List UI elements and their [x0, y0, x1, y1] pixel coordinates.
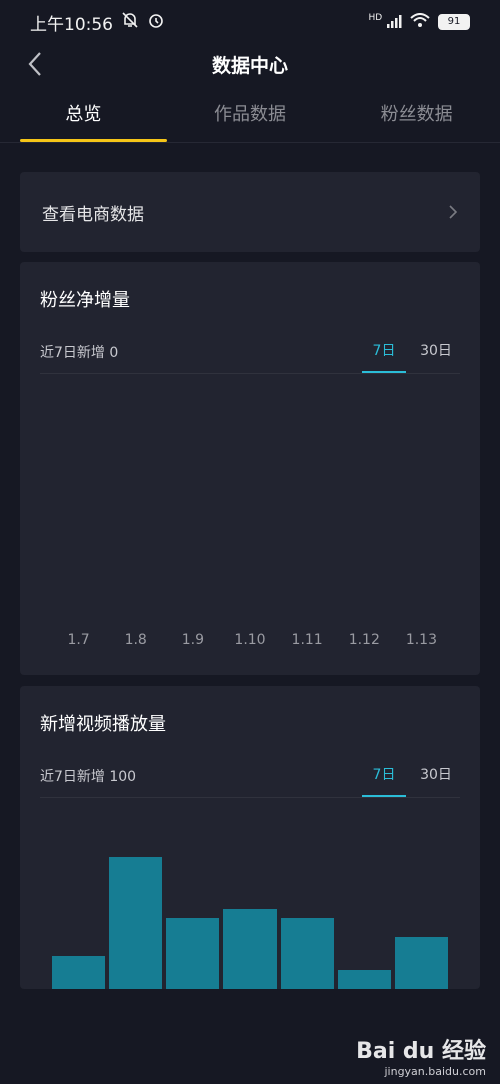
fans-divider — [40, 373, 460, 374]
fans-summary: 近7日新增 0 — [40, 345, 119, 361]
alarm-clock-icon — [147, 11, 165, 34]
plays-bar — [337, 970, 391, 989]
page-title: 数据中心 — [211, 54, 288, 77]
fans-growth-card: 粉丝净增量 近7日新增 0 7日 30日 1.7 1.8 1.9 1.10 1.… — [20, 262, 480, 675]
watermark-brand: Bai du 经验 — [356, 1039, 486, 1064]
watermark: Bai du 经验 jingyan.baidu.com — [356, 1033, 486, 1078]
chevron-right-icon — [449, 205, 458, 219]
video-plays-card: 新增视频播放量 近7日新增 100 7日 30日 — [20, 686, 480, 989]
plays-bar — [109, 857, 163, 989]
fans-x-label: 1.10 — [234, 632, 266, 648]
status-time: 上午10:56 — [30, 14, 113, 35]
fans-range-7d[interactable]: 7日 — [362, 340, 406, 374]
tab-fans-data[interactable]: 粉丝数据 — [333, 92, 500, 142]
tab-bar: 总览 作品数据 粉丝数据 — [0, 92, 500, 143]
plays-card-title: 新增视频播放量 — [40, 714, 166, 735]
plays-range-30d[interactable]: 30日 — [414, 764, 458, 786]
network-type: HD — [368, 12, 383, 23]
plays-bar — [52, 956, 106, 989]
fans-x-label: 1.12 — [348, 632, 380, 648]
fans-card-title: 粉丝净增量 — [40, 290, 130, 311]
watermark-site: jingyan.baidu.com — [384, 1065, 486, 1078]
status-bar: 上午10:56 HD 91 — [0, 0, 500, 44]
fans-x-label: 1.13 — [405, 632, 437, 648]
plays-bar — [166, 918, 220, 989]
ecommerce-label: 查看电商数据 — [42, 204, 144, 225]
tab-works-data[interactable]: 作品数据 — [167, 92, 334, 142]
plays-summary: 近7日新增 100 — [40, 769, 137, 785]
nav-bar: 数据中心 — [0, 44, 500, 84]
fans-range-tabs: 7日 30日 — [362, 340, 458, 374]
plays-bar — [394, 937, 448, 989]
wifi-icon — [410, 13, 430, 31]
plays-range-tabs: 7日 30日 — [362, 764, 458, 798]
signal-icon: HD — [368, 12, 402, 31]
back-button[interactable] — [20, 48, 50, 80]
ecommerce-data-entry[interactable]: 查看电商数据 — [20, 172, 480, 252]
plays-range-7d[interactable]: 7日 — [362, 764, 406, 798]
plays-bar — [223, 909, 277, 989]
fans-x-label: 1.11 — [291, 632, 323, 648]
plays-bar-chart — [50, 829, 450, 989]
fans-x-label: 1.8 — [124, 632, 147, 648]
chevron-left-icon — [28, 52, 41, 76]
fans-x-axis: 1.7 1.8 1.9 1.10 1.11 1.12 1.13 — [50, 632, 450, 648]
plays-bar — [280, 918, 334, 989]
fans-range-30d[interactable]: 30日 — [414, 340, 458, 362]
battery-icon: 91 — [438, 14, 470, 30]
plays-divider — [40, 797, 460, 798]
fans-x-label: 1.9 — [181, 632, 204, 648]
fans-x-label: 1.7 — [67, 632, 90, 648]
mute-bell-icon — [121, 11, 139, 34]
tab-overview[interactable]: 总览 — [0, 92, 167, 142]
